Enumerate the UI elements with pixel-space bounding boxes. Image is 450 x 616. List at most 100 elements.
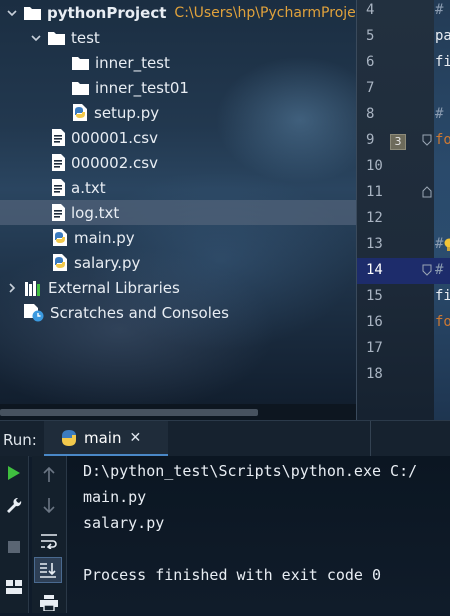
- line-number: 17: [366, 340, 396, 356]
- tree-item-setup-py[interactable]: setup.py: [0, 100, 356, 125]
- project-tree: pythonProject C:\Users\hp\PycharmProje t…: [0, 0, 356, 420]
- text-file-icon: [52, 129, 65, 146]
- tree-item-inner-test[interactable]: inner_test: [0, 50, 356, 75]
- scroll-to-end-button[interactable]: [34, 557, 62, 583]
- line-number: 6: [366, 54, 396, 70]
- code-fragment: fi: [435, 288, 450, 304]
- tree-item-label: Scratches and Consoles: [50, 304, 229, 322]
- tree-item-main-py[interactable]: main.py: [0, 225, 356, 250]
- project-name: pythonProject: [47, 4, 166, 22]
- chevron-down-icon[interactable]: [6, 7, 18, 19]
- folder-icon: [72, 81, 89, 95]
- console-line: Process finished with exit code 0: [83, 566, 381, 584]
- line-number: 12: [366, 210, 396, 226]
- tree-item-label: test: [71, 29, 100, 47]
- settings-button[interactable]: [0, 492, 28, 518]
- scroll-down-button[interactable]: [32, 492, 66, 518]
- line-number: 4: [366, 2, 396, 18]
- line-number: 13: [366, 236, 396, 252]
- fold-open-icon[interactable]: [422, 134, 432, 146]
- code-fragment: #: [435, 262, 443, 278]
- text-file-icon: [52, 204, 65, 221]
- tree-item-label: main.py: [74, 229, 135, 247]
- tree-item-000001-csv[interactable]: 000001.csv: [0, 125, 356, 150]
- divider: [370, 421, 371, 457]
- run-tab-main[interactable]: main ✕: [44, 421, 168, 457]
- tree-item-a-txt[interactable]: a.txt: [0, 175, 356, 200]
- python-file-icon: [52, 254, 68, 271]
- folder-icon: [72, 56, 89, 70]
- close-icon[interactable]: ✕: [129, 430, 141, 446]
- libraries-icon: [24, 280, 42, 296]
- arrow-up-icon: [43, 467, 55, 483]
- tree-item-label: 000002.csv: [71, 154, 158, 172]
- run-panel-header: Run: main ✕: [0, 420, 450, 457]
- line-number: 7: [366, 80, 396, 96]
- top-area: pythonProject C:\Users\hp\PycharmProje t…: [0, 0, 450, 420]
- code-fragment: fo: [435, 314, 450, 330]
- console-output[interactable]: D:\python_test\Scripts\python.exe C:/ ma…: [67, 456, 450, 613]
- tree-item-label: a.txt: [71, 179, 106, 197]
- scroll-up-button[interactable]: [32, 462, 66, 488]
- fold-open-icon[interactable]: [422, 264, 432, 276]
- line-number-current: 14: [366, 262, 396, 278]
- tree-item-label: log.txt: [71, 204, 119, 222]
- stop-icon: [8, 541, 20, 553]
- stop-button[interactable]: [0, 534, 28, 560]
- scroll-to-end-icon: [39, 562, 57, 578]
- layout-icon: [6, 580, 22, 594]
- tree-item-label: salary.py: [74, 254, 140, 272]
- horizontal-scrollbar[interactable]: [0, 404, 356, 420]
- tree-item-test[interactable]: test: [0, 25, 356, 50]
- code-fragment: #: [435, 236, 443, 252]
- scratches-icon: [24, 304, 44, 322]
- line-number: 18: [366, 366, 396, 382]
- line-number: 10: [366, 158, 396, 174]
- arrow-down-icon: [43, 497, 55, 513]
- code-fragment: #: [435, 106, 443, 122]
- folder-icon: [24, 6, 41, 20]
- tree-item-external-libraries[interactable]: External Libraries: [0, 275, 356, 300]
- folder-icon: [48, 31, 65, 45]
- line-number: 8: [366, 106, 396, 122]
- line-number: 16: [366, 314, 396, 330]
- tree-item-label: inner_test01: [95, 79, 189, 97]
- print-button[interactable]: [32, 590, 66, 616]
- console-line: D:\python_test\Scripts\python.exe C:/: [83, 462, 417, 480]
- code-fragment: fo: [435, 132, 450, 148]
- chevron-right-icon[interactable]: [6, 282, 18, 294]
- gutter-border: [356, 0, 357, 420]
- tree-item-000002-csv[interactable]: 000002.csv: [0, 150, 356, 175]
- tree-item-label: setup.py: [94, 104, 159, 122]
- text-file-icon: [52, 154, 65, 171]
- layout-button[interactable]: [0, 574, 28, 600]
- tree-item-salary-py[interactable]: salary.py: [0, 250, 356, 275]
- tree-item-inner-test01[interactable]: inner_test01: [0, 75, 356, 100]
- fold-close-icon[interactable]: [422, 186, 432, 198]
- rerun-button[interactable]: [0, 460, 28, 486]
- text-file-icon: [52, 179, 65, 196]
- tree-item-log-txt[interactable]: log.txt: [0, 200, 356, 225]
- code-fragment: pa: [435, 28, 450, 44]
- occurrence-badge[interactable]: 3: [390, 134, 406, 150]
- run-toolbar-secondary: [32, 456, 67, 613]
- python-file-icon: [72, 104, 88, 121]
- tree-item-scratches[interactable]: Scratches and Consoles: [0, 300, 356, 325]
- print-icon: [40, 595, 58, 611]
- run-icon: [7, 465, 21, 481]
- soft-wrap-button[interactable]: [32, 528, 66, 554]
- scrollbar-thumb[interactable]: [0, 409, 258, 416]
- code-fragment: fi: [435, 54, 450, 70]
- bulb-icon[interactable]: [444, 238, 450, 252]
- run-tab-label: main: [84, 429, 121, 447]
- tree-root-row[interactable]: pythonProject C:\Users\hp\PycharmProje: [0, 0, 356, 25]
- line-number: 5: [366, 28, 396, 44]
- wrench-icon: [6, 497, 22, 513]
- project-path: C:\Users\hp\PycharmProje: [174, 5, 355, 21]
- run-label: Run:: [3, 431, 37, 449]
- python-file-icon: [52, 229, 68, 246]
- chevron-down-icon[interactable]: [30, 32, 42, 44]
- soft-wrap-icon: [40, 533, 58, 549]
- editor-pane[interactable]: 4 5 6 7 8 9 10 11 12 13 14 15 16 17 18 3…: [356, 0, 450, 420]
- run-toolbar-primary: [0, 456, 29, 613]
